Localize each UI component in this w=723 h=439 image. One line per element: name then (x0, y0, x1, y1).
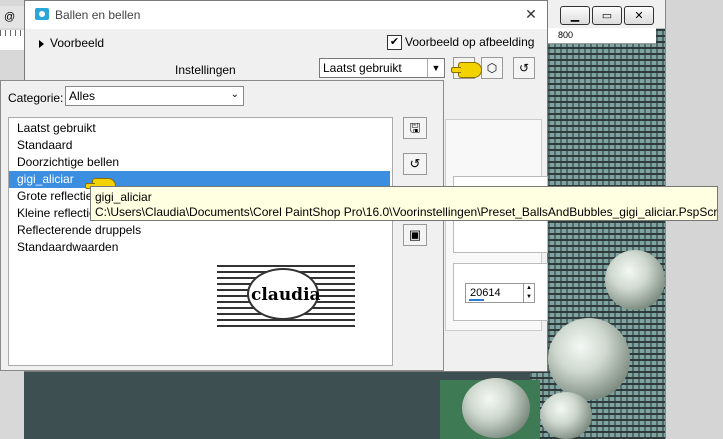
spinner-icon[interactable]: ▲ ▼ (523, 284, 534, 302)
preview-toggle[interactable]: Voorbeeld (39, 36, 104, 50)
chevron-down-icon: ▼ (427, 59, 444, 77)
dialog-title-bar: Ballen en bellen ✕ (25, 1, 547, 29)
left-ruler (0, 30, 24, 50)
save-icon: 🖫 (409, 120, 421, 135)
list-item[interactable]: Doorzichtige bellen (9, 154, 390, 171)
document-tab[interactable]: @ 1 (0, 6, 24, 45)
delete-preset-button[interactable]: ▣ (403, 224, 427, 246)
preset-dropdown[interactable]: Laatst gebruikt ▼ (319, 58, 445, 78)
close-window-button[interactable]: ✕ (624, 6, 654, 25)
minimize-button[interactable]: ▁ (560, 6, 590, 25)
list-item[interactable]: Laatst gebruikt (9, 120, 390, 137)
randomize-button[interactable]: ⬡ (481, 57, 503, 79)
horizontal-ruler: 800 (548, 28, 656, 44)
sphere-large (548, 318, 630, 400)
settings-label: Instellingen (175, 63, 236, 77)
chevron-down-icon: ⌄ (230, 89, 239, 100)
dialog-title: Ballen en bellen (55, 8, 141, 22)
reset-preset-button[interactable]: ↺ (403, 153, 427, 175)
preset-popup: Categorie: Alles ⌄ Laatst gebruikt Stand… (0, 80, 444, 371)
preview-on-image-label: Voorbeeld op afbeelding (405, 35, 535, 49)
number-slider-fill (469, 299, 484, 301)
category-dropdown[interactable]: Alles ⌄ (65, 86, 244, 106)
preview-on-image-checkbox[interactable]: ✔ (387, 35, 402, 50)
delete-icon: ▣ (408, 227, 422, 242)
sphere-small (540, 392, 592, 439)
watermark-text: claudia (251, 285, 321, 305)
sphere-medium (605, 250, 665, 310)
category-label: Categorie: (8, 91, 64, 105)
ruler-mark: 800 (558, 30, 574, 40)
hand-cursor-icon (451, 62, 482, 78)
sphere-bottom (462, 378, 530, 438)
tooltip-path: C:\Users\Claudia\Documents\Corel PaintSh… (95, 205, 718, 219)
close-icon[interactable]: ✕ (521, 5, 541, 23)
maximize-button[interactable]: ▭ (592, 6, 622, 25)
list-item[interactable]: Reflecterende druppels (9, 222, 390, 239)
tooltip-title: gigi_aliciar (95, 190, 152, 204)
app-icon (35, 8, 49, 20)
preset-tooltip: gigi_aliciar C:\Users\Claudia\Documents\… (90, 186, 718, 221)
list-item[interactable]: Standaard (9, 137, 390, 154)
category-dropdown-value: Alles (69, 89, 96, 103)
reset-button[interactable]: ↺ (513, 57, 535, 79)
preset-list[interactable]: Laatst gebruikt Standaard Doorzichtige b… (8, 117, 393, 366)
preset-dropdown-value: Laatst gebruikt (323, 61, 402, 75)
preview-toggle-label: Voorbeeld (50, 36, 105, 50)
number-input-value: 20614 (470, 287, 501, 299)
save-preset-button[interactable]: 🖫 (403, 117, 427, 139)
expand-arrow-icon (39, 39, 44, 48)
cube-icon: ⬡ (486, 61, 498, 75)
reset-icon: ↺ (518, 61, 530, 75)
list-item[interactable]: Standaardwaarden (9, 239, 390, 256)
reset-icon: ↺ (409, 156, 421, 171)
